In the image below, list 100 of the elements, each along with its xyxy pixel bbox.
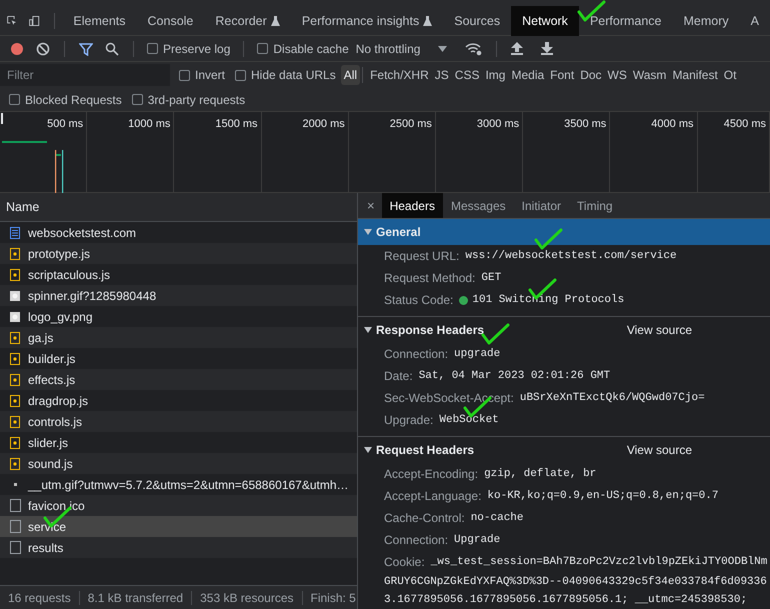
script-file-icon <box>10 458 20 470</box>
network-settings-icon[interactable] <box>465 42 482 56</box>
type-filter-button[interactable]: JS <box>432 65 452 85</box>
type-filter-button[interactable]: Font <box>547 65 578 85</box>
checkbox-label: Preserve log <box>163 42 230 56</box>
status-text: 353 kB resources <box>192 591 302 605</box>
type-filter-button[interactable]: WS <box>604 65 630 85</box>
checkbox-label: Invert <box>195 68 226 82</box>
search-icon[interactable] <box>105 42 119 56</box>
type-filter-button[interactable]: Manifest <box>669 65 721 85</box>
header-name: Accept-Encoding: <box>384 467 478 481</box>
clear-icon[interactable] <box>36 42 50 56</box>
section-header[interactable]: Request Headers View source <box>358 437 770 463</box>
request-row[interactable]: service <box>0 516 357 537</box>
blank-file-icon <box>10 541 20 554</box>
header-name: Request URL: <box>384 249 460 263</box>
panel-tab[interactable]: Console <box>136 6 204 36</box>
request-row[interactable]: __utm.gif?utmwv=5.7.2&utms=2&utmn=658860167&utmh… <box>0 474 357 495</box>
request-row[interactable]: sound.js <box>0 453 357 474</box>
header-name: Date: <box>384 369 413 383</box>
time-tick-label: 1500 ms <box>215 118 258 130</box>
header-value: Sat, 04 Mar 2023 02:01:26 GMT <box>418 370 610 382</box>
script-file-icon <box>10 248 20 260</box>
request-row[interactable]: builder.js <box>0 348 357 369</box>
download-icon[interactable] <box>541 42 554 55</box>
blank-file-icon <box>10 499 20 512</box>
header-name: Status Code: <box>384 293 454 307</box>
invert-checkbox[interactable] <box>179 70 190 80</box>
header-value: no-cache <box>470 512 524 524</box>
detail-tab[interactable]: Timing <box>569 193 621 218</box>
request-row[interactable]: controls.js <box>0 411 357 432</box>
record-button[interactable] <box>10 42 24 56</box>
request-row[interactable]: effects.js <box>0 369 357 390</box>
disable-cache-checkbox[interactable] <box>257 43 268 54</box>
panel-tab[interactable]: Sources <box>443 6 512 36</box>
script-file-icon <box>10 436 20 448</box>
view-source-link[interactable]: View source <box>626 443 692 457</box>
detail-tab[interactable]: Initiator <box>514 193 570 218</box>
request-row[interactable]: favicon.ico <box>0 495 357 516</box>
type-filter-button[interactable]: Wasm <box>630 65 670 85</box>
header-name: Cookie: <box>384 555 425 569</box>
checkbox-label: 3rd-party requests <box>148 92 246 106</box>
panel-tab[interactable]: Memory <box>672 6 740 36</box>
detail-tab[interactable]: Headers <box>382 193 443 218</box>
throttling-dropdown[interactable]: No throttling <box>356 42 420 56</box>
blocked-requests-checkbox[interactable] <box>9 94 20 105</box>
request-row[interactable]: ga.js <box>0 327 357 348</box>
header-name: Upgrade: <box>384 413 434 427</box>
section-header[interactable]: Response Headers View source <box>358 317 770 343</box>
detail-tab[interactable]: Messages <box>442 193 514 218</box>
hide-data-urls-checkbox[interactable] <box>235 70 246 80</box>
third-party-checkbox[interactable] <box>132 94 143 105</box>
type-filter-button[interactable]: Fetch/XHR <box>367 65 432 85</box>
column-header[interactable]: Name <box>6 200 40 214</box>
panel-tab[interactable]: Performance insights <box>290 6 444 36</box>
request-row[interactable]: results <box>0 537 357 558</box>
panel-tab[interactable]: Network <box>511 6 579 36</box>
panel-tab[interactable]: Recorder <box>204 6 291 36</box>
request-row[interactable]: slider.js <box>0 432 357 453</box>
request-row[interactable]: websocketstest.com <box>0 222 357 243</box>
header-value: wss://websocketstest.com/service <box>465 250 677 262</box>
caret-icon[interactable] <box>438 46 448 52</box>
type-filter-button[interactable]: Img <box>482 65 508 85</box>
header-value: GET <box>481 272 502 284</box>
checkbox-label: Blocked Requests <box>25 92 122 106</box>
document-icon <box>10 226 20 238</box>
filter-input[interactable]: Filter <box>0 64 170 86</box>
panel-tab[interactable]: Performance <box>578 6 672 36</box>
header-value: uBSrXeXnTExctQk6/WQGwd07Cjo= <box>520 392 705 404</box>
status-text: Finish: 5 <box>310 591 357 605</box>
filter-icon[interactable] <box>79 42 93 56</box>
view-source-link[interactable]: View source <box>626 323 692 337</box>
type-filter-button[interactable]: Doc <box>577 65 605 85</box>
type-filter-button[interactable]: Media <box>508 65 548 85</box>
preserve-log-checkbox[interactable] <box>147 43 158 54</box>
request-row[interactable]: dragdrop.js <box>0 390 357 411</box>
section-header[interactable]: General <box>358 219 770 245</box>
panel-tab[interactable]: Elements <box>62 6 137 36</box>
image-thumbnail-icon <box>10 312 20 322</box>
request-row[interactable]: spinner.gif?1285980448 <box>0 285 357 306</box>
type-filter-button[interactable]: All <box>340 65 360 85</box>
time-tick-label: 3500 ms <box>564 118 606 130</box>
upload-icon[interactable] <box>511 42 524 55</box>
expand-triangle-icon[interactable] <box>364 447 372 453</box>
script-file-icon <box>10 394 20 406</box>
header-name: Accept-Language: <box>384 489 482 503</box>
expand-triangle-icon[interactable] <box>364 327 372 333</box>
close-button[interactable]: × <box>358 198 382 213</box>
request-row[interactable]: logo_gv.png <box>0 306 357 327</box>
request-row[interactable]: scriptaculous.js <box>0 264 357 285</box>
header-value: gzip, deflate, br <box>484 468 596 480</box>
panel-tab[interactable]: A <box>740 6 770 36</box>
type-filter-button[interactable]: CSS <box>452 65 482 85</box>
header-name: Cache-Control: <box>384 511 465 525</box>
expand-triangle-icon[interactable] <box>364 229 372 235</box>
request-row[interactable]: prototype.js <box>0 243 357 264</box>
checkbox-label: Disable cache <box>273 42 349 56</box>
header-name: Sec-WebSocket-Accept: <box>384 391 514 405</box>
type-filter-button[interactable]: Ot <box>720 65 740 85</box>
time-tick-label: 4500 ms <box>724 118 766 130</box>
